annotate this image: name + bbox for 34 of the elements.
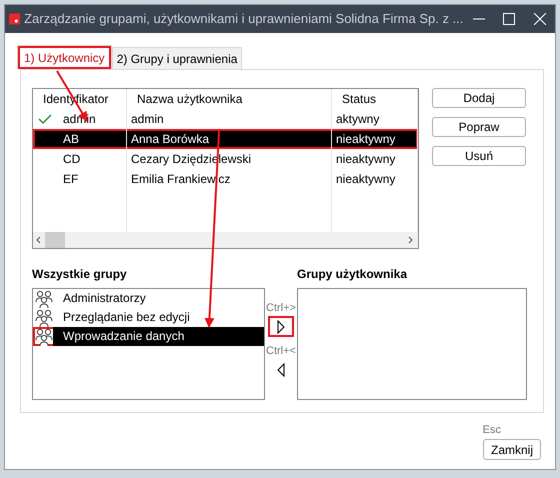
- horizontal-scrollbar[interactable]: [33, 232, 418, 248]
- close-icon: [534, 13, 546, 25]
- shortcut-hint: Ctrl+<: [266, 345, 296, 357]
- table-row[interactable]: AB Anna Borówka nieaktywny: [33, 129, 418, 149]
- section-heading: Grupy użytkownika: [297, 266, 408, 283]
- table-cell: Anna Borówka: [127, 129, 332, 149]
- table-cell: nieaktywny: [332, 169, 418, 189]
- table-cell: nieaktywny: [332, 149, 418, 169]
- table-cell-text: CD: [62, 151, 80, 168]
- group-icon: [35, 308, 53, 326]
- table-cell-text: EF: [62, 171, 78, 188]
- maximize-icon: [503, 13, 516, 25]
- shortcut-hint: Ctrl+>: [266, 302, 296, 314]
- action-button[interactable]: Popraw: [432, 117, 526, 137]
- list-item[interactable]: Administratorzy: [33, 289, 264, 308]
- scrollbar-thumb[interactable]: [45, 232, 65, 248]
- action-button[interactable]: Usuń: [432, 146, 526, 166]
- column-header[interactable]: Nazwa użytkownika: [127, 89, 332, 109]
- action-button[interactable]: Dodaj: [432, 88, 526, 108]
- list-item[interactable]: Przeglądanie bez edycji: [33, 308, 264, 327]
- column-header[interactable]: Status: [332, 89, 418, 109]
- triangle-icon: [275, 362, 287, 378]
- triangle-icon: [275, 318, 287, 334]
- section-heading: Wszystkie grupy: [32, 266, 128, 283]
- window-title: Zarządzanie grupami, użytkownikami i uprawnieniami Solidna Firma Sp. z ...: [24, 10, 464, 28]
- close-dialog-button[interactable]: Zamknij: [483, 439, 541, 460]
- move-right-button[interactable]: [268, 316, 294, 337]
- app-logo-icon: [9, 11, 20, 27]
- shortcut-hint: Esc: [482, 424, 501, 436]
- table-cell: nieaktywny: [332, 129, 418, 149]
- tab[interactable]: 2) Grupy i uprawnienia: [112, 47, 242, 69]
- tab[interactable]: 1) Użytkownicy: [17, 45, 112, 69]
- group-icon: [35, 328, 53, 346]
- table-cell-text: AB: [62, 131, 80, 148]
